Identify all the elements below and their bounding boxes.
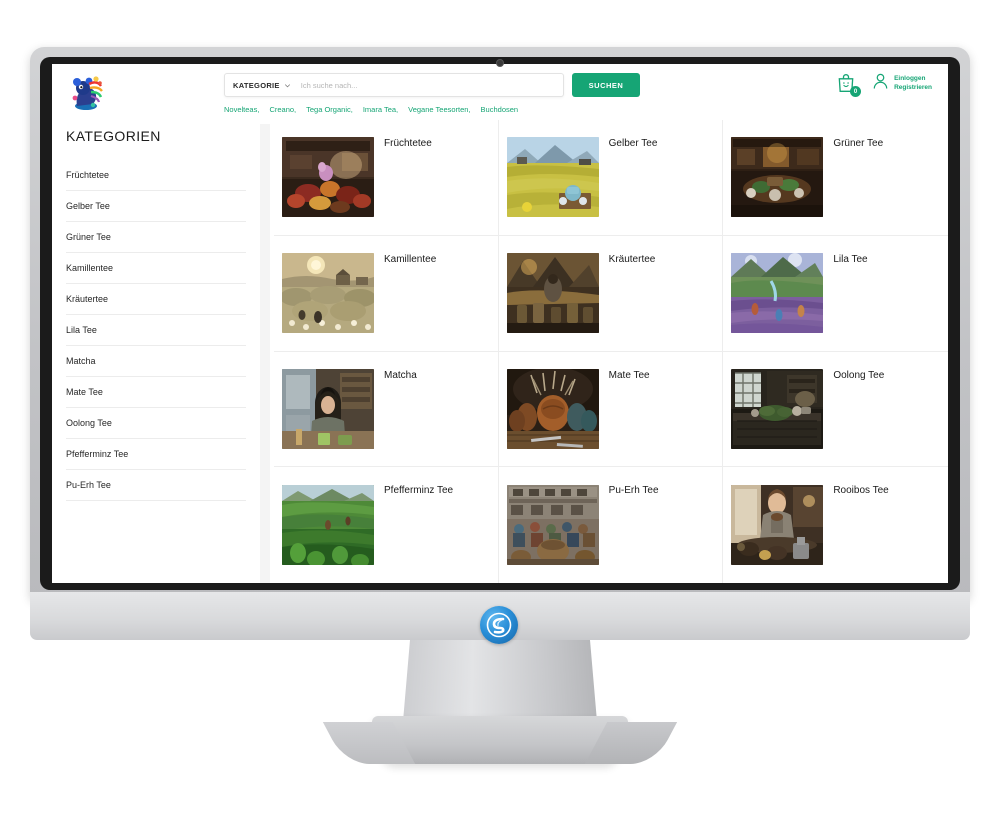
sidebar-title: KATEGORIEN [66, 128, 161, 144]
sidebar-divider [260, 124, 270, 583]
monitor-mockup: KATEGORIE SUCHEN Novelteas, Creano, Tega… [0, 0, 1000, 815]
page-body: KATEGORIEN Früchtetee Gelber Tee Grüner … [52, 120, 948, 583]
monitor-brand-logo [480, 606, 518, 644]
sidebar-item-kamillentee[interactable]: Kamillentee [66, 253, 246, 284]
product-card[interactable]: Pu-Erh Tee [499, 467, 724, 583]
register-label: Registrieren [894, 84, 932, 91]
monitor-stand-base [372, 716, 628, 764]
search-bar: KATEGORIE SUCHEN [224, 73, 640, 97]
puerh-market-photo [506, 485, 599, 566]
product-card[interactable]: Lila Tee [723, 236, 948, 352]
product-label: Mate Tee [608, 369, 650, 381]
sidebar-item-fruechtetee[interactable]: Früchtetee [66, 160, 246, 191]
cart-button[interactable]: 0 [836, 72, 862, 97]
search-field[interactable]: KATEGORIE [224, 73, 564, 97]
green-tea-room-photo [731, 137, 824, 218]
product-label: Oolong Tee [833, 369, 885, 381]
cart-count-badge: 0 [850, 86, 862, 97]
account-labels: Einloggen Registrieren [894, 75, 932, 93]
product-card[interactable]: Pfefferminz Tee [274, 467, 499, 583]
matcha-cafe-photo [282, 368, 374, 449]
header-actions: 0 Einloggen Registrieren [836, 72, 932, 97]
sidebar-item-pu-erh-tee[interactable]: Pu-Erh Tee [66, 470, 246, 501]
product-card[interactable]: Matcha [274, 351, 499, 468]
chamomile-field-photo [282, 253, 374, 334]
product-label: Pu-Erh Tee [608, 485, 659, 497]
nav-link[interactable]: Buchdosen [481, 105, 519, 114]
oolong-table-photo [731, 368, 824, 449]
product-label: Pfefferminz Tee [384, 485, 454, 497]
sidebar-item-pfefferminz-tee[interactable]: Pfefferminz Tee [66, 439, 246, 470]
fruit-tea-table-photo [282, 137, 374, 218]
rooibos-woman-photo [731, 485, 824, 566]
screen-content: KATEGORIE SUCHEN Novelteas, Creano, Tega… [52, 64, 948, 583]
purple-tea-valley-photo [731, 253, 824, 334]
search-button[interactable]: SUCHEN [572, 73, 640, 97]
yellow-tea-field-photo [506, 137, 599, 218]
product-card[interactable]: Früchtetee [274, 120, 499, 236]
product-card[interactable]: Mate Tee [498, 351, 724, 468]
sidebar-item-kraeutertee[interactable]: Kräutertee [66, 284, 246, 315]
category-dropdown-label: KATEGORIE [233, 80, 280, 90]
product-card[interactable]: Kamillentee [274, 235, 499, 352]
product-card[interactable]: Grüner Tee [723, 120, 948, 236]
sidebar: KATEGORIEN Früchtetee Gelber Tee Grüner … [52, 120, 260, 583]
sidebar-item-gelber-tee[interactable]: Gelber Tee [66, 191, 246, 222]
product-card[interactable]: Oolong Tee [723, 352, 948, 468]
product-label: Matcha [384, 369, 417, 381]
nav-link[interactable]: Tega Organic, [306, 105, 353, 114]
product-label: Gelber Tee [608, 138, 658, 149]
herbal-mountain-photo [506, 253, 599, 334]
product-label: Grüner Tee [833, 138, 884, 149]
quick-nav-links: Novelteas, Creano, Tega Organic, Imara T… [224, 105, 528, 114]
product-card[interactable]: Rooibos Tee [723, 467, 948, 583]
user-icon [872, 72, 889, 96]
product-grid: Früchtetee Gelber Tee Grüner Tee Kamille… [270, 120, 948, 583]
product-label: Rooibos Tee [833, 485, 889, 497]
product-label: Kamillentee [384, 253, 437, 265]
product-label: Kräutertee [608, 253, 656, 265]
webcam-icon [496, 59, 504, 67]
product-card[interactable]: Gelber Tee [498, 120, 724, 236]
product-label: Früchtetee [384, 138, 432, 149]
tea-shop-logo[interactable] [67, 72, 107, 112]
sidebar-item-matcha[interactable]: Matcha [66, 346, 246, 377]
peppermint-field-photo [282, 485, 374, 566]
sidebar-item-oolong-tee[interactable]: Oolong Tee [66, 408, 246, 439]
site-header: KATEGORIE SUCHEN Novelteas, Creano, Tega… [52, 64, 948, 120]
chevron-down-icon [284, 82, 291, 89]
nav-link[interactable]: Imara Tea, [363, 105, 398, 114]
sidebar-item-lila-tee[interactable]: Lila Tee [66, 315, 246, 346]
sidebar-item-gruener-tee[interactable]: Grüner Tee [66, 222, 246, 253]
account-button[interactable]: Einloggen Registrieren [872, 72, 932, 96]
login-label: Einloggen [894, 75, 926, 83]
product-label: Lila Tee [833, 253, 868, 265]
category-dropdown[interactable]: KATEGORIE [233, 81, 291, 90]
nav-link[interactable]: Novelteas, [224, 105, 259, 114]
mate-gourds-photo [506, 368, 599, 449]
nav-link[interactable]: Vegane Teesorten, [408, 105, 470, 114]
sidebar-item-mate-tee[interactable]: Mate Tee [66, 377, 246, 408]
nav-link[interactable]: Creano, [269, 105, 296, 114]
product-card[interactable]: Kräutertee [498, 235, 724, 352]
search-input[interactable] [300, 80, 555, 90]
